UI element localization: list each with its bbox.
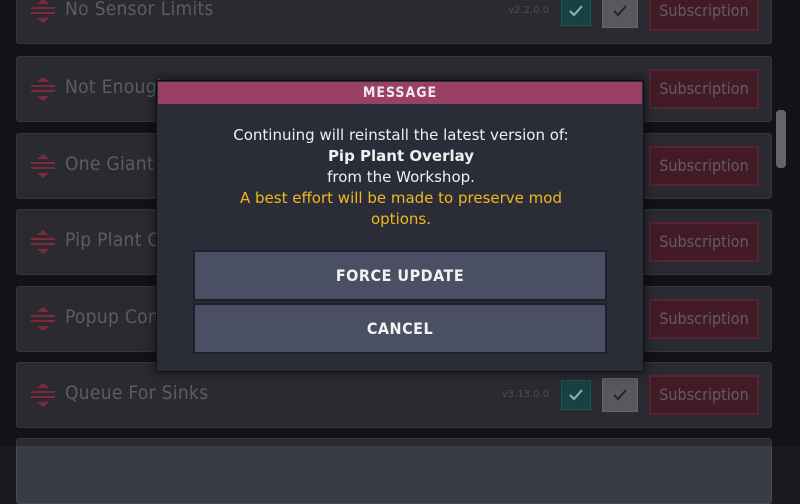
dialog-title: MESSAGE xyxy=(158,82,642,104)
cancel-button[interactable]: CANCEL xyxy=(193,303,607,354)
dialog-message-line: Continuing will reinstall the latest ver… xyxy=(233,126,569,144)
message-dialog: MESSAGE Continuing will reinstall the la… xyxy=(156,80,644,372)
dialog-mod-name: Pip Plant Overlay xyxy=(327,147,475,165)
dialog-warning: options. xyxy=(370,210,431,228)
dialog-message-line: from the Workshop. xyxy=(327,168,475,186)
mod-row[interactable] xyxy=(16,438,772,504)
dialog-warning: A best effort will be made to preserve m… xyxy=(240,189,562,207)
force-update-button[interactable]: FORCE UPDATE xyxy=(193,250,607,301)
